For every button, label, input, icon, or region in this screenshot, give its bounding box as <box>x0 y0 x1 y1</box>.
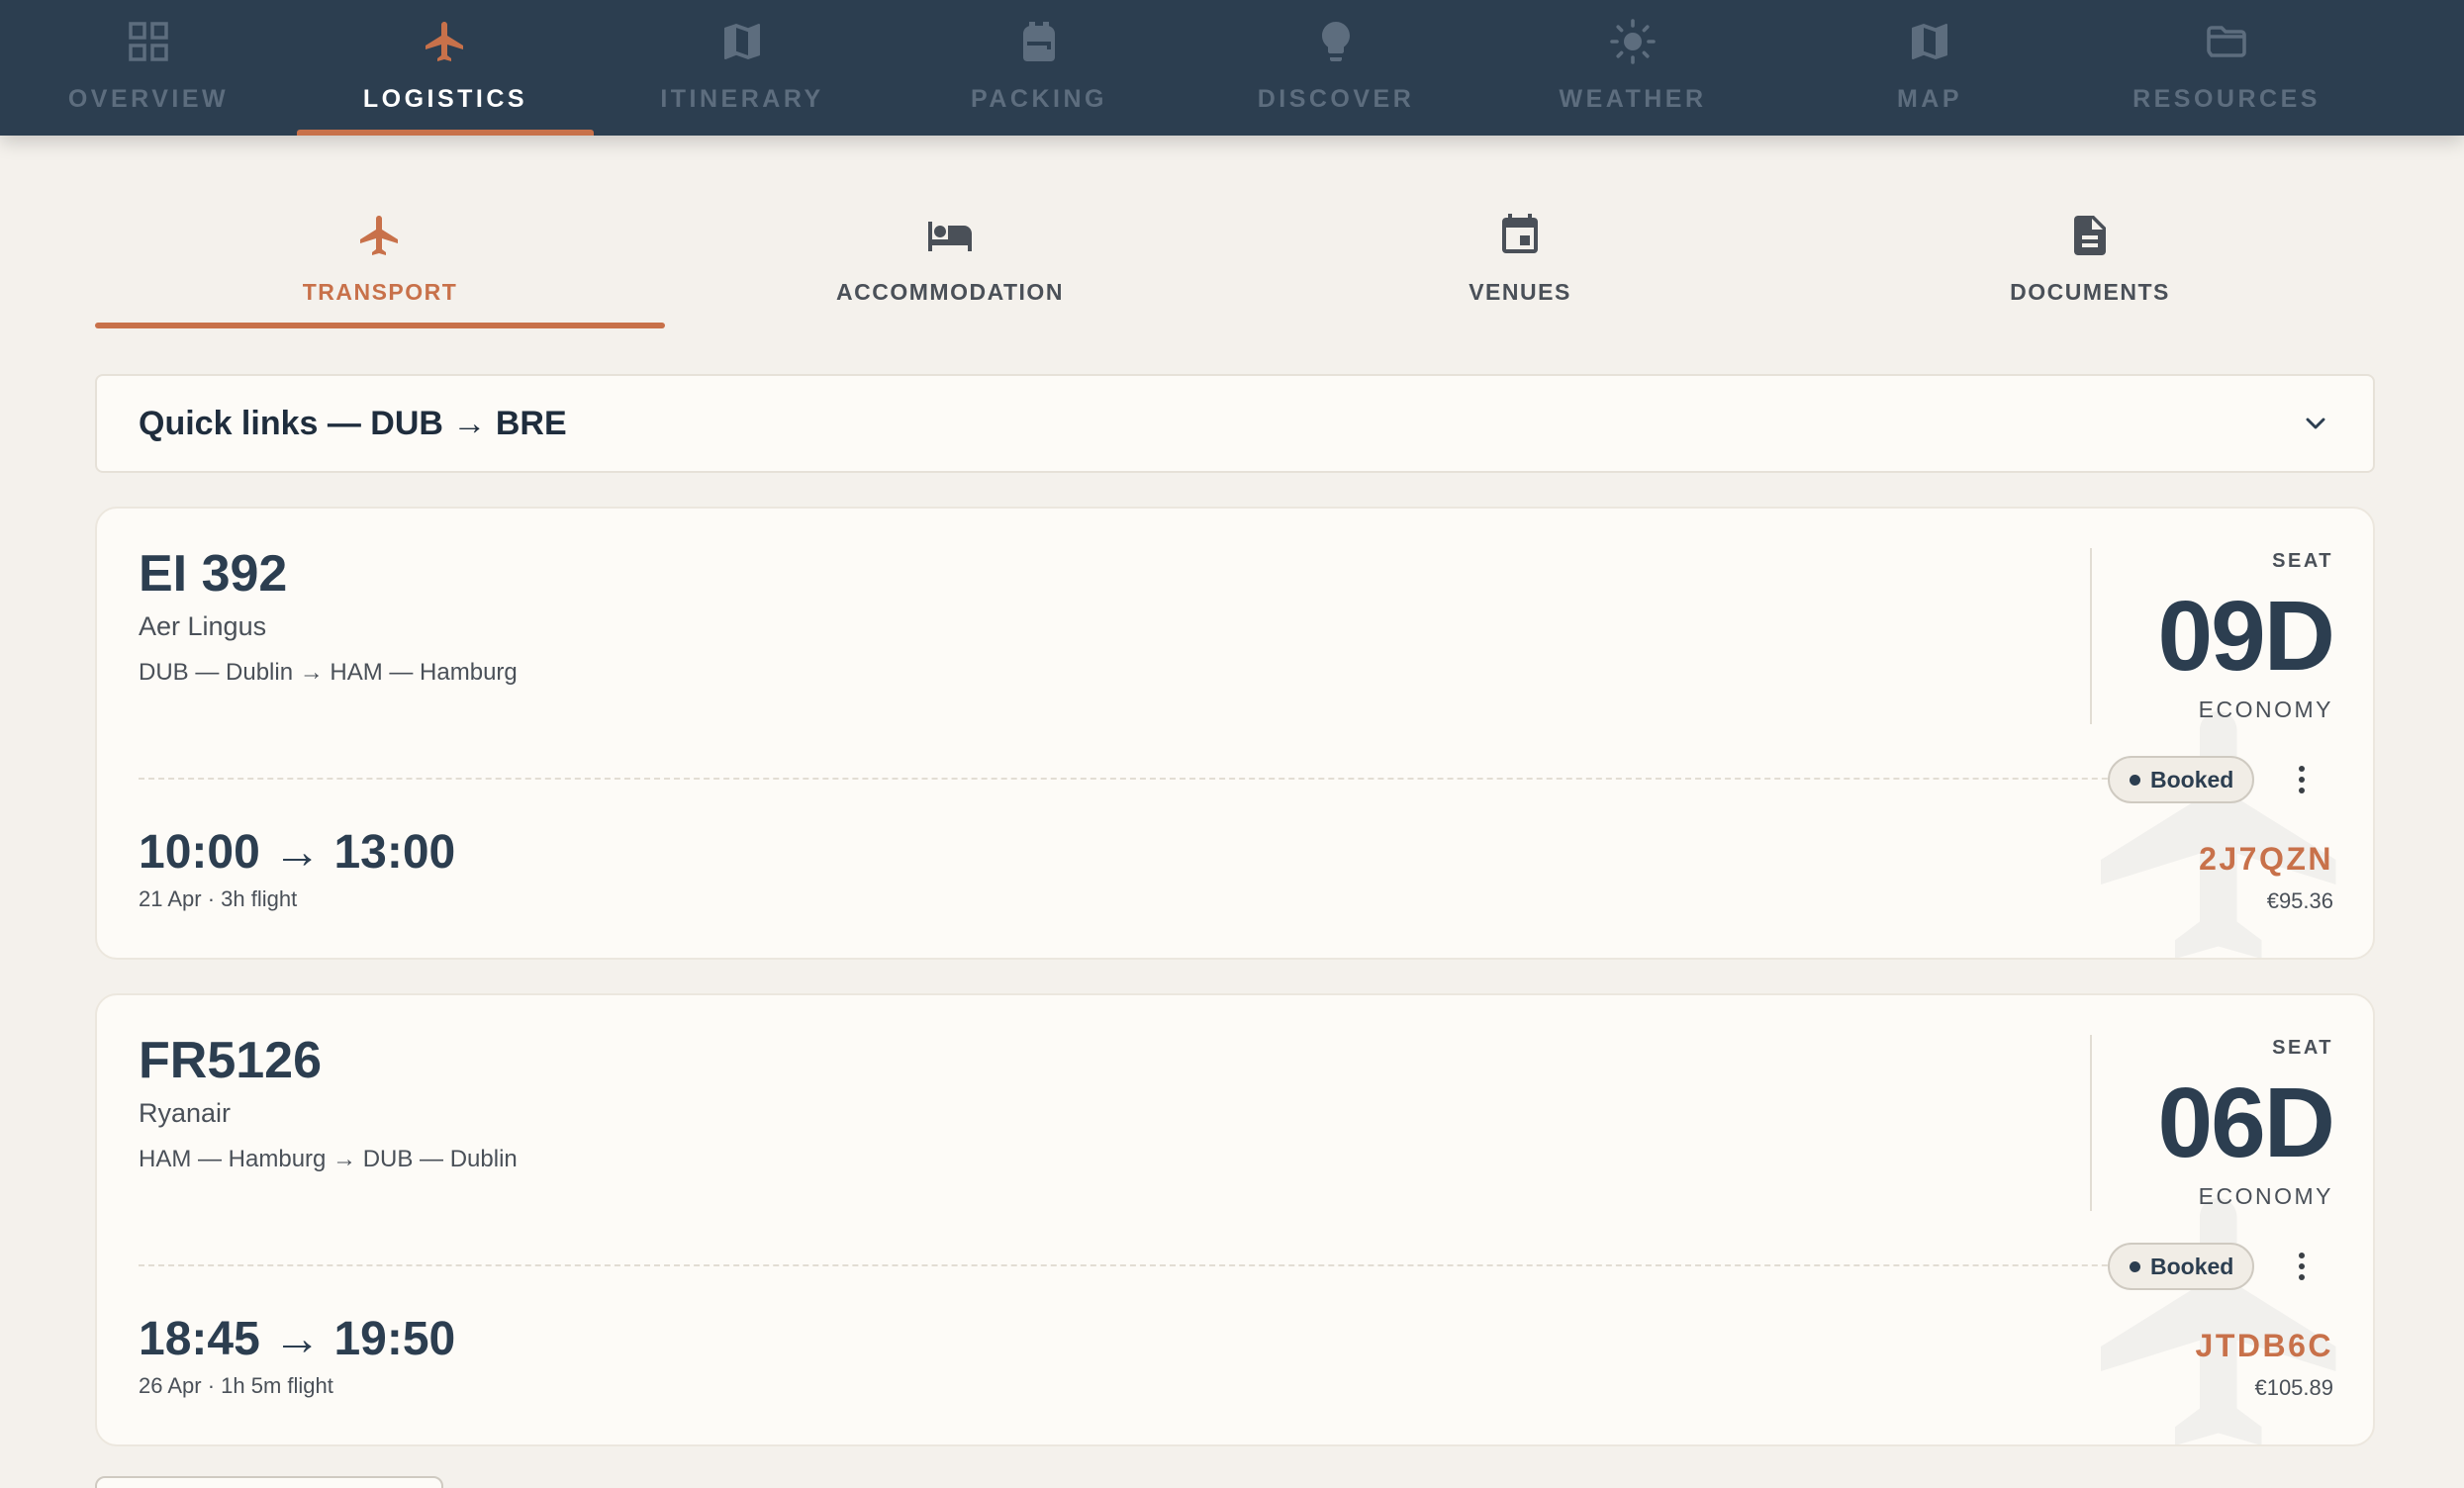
bed-icon <box>928 222 972 251</box>
seat-label: SEAT <box>2272 1037 2333 1059</box>
status-dot-icon <box>2130 1260 2140 1272</box>
status-text: Booked <box>2150 766 2234 792</box>
divider <box>2090 548 2092 724</box>
airplane-icon <box>2101 1198 2336 1444</box>
nav-item-resources[interactable]: RESOURCES <box>2078 0 2375 136</box>
nav-item-label: ITINERARY <box>660 85 824 113</box>
booking-reference: JTDB6C <box>2195 1328 2333 1363</box>
seat-number: 06D <box>2157 1068 2335 1178</box>
quick-links-accordion[interactable]: Quick links — DUB → BRE <box>95 374 2375 473</box>
divider <box>139 1264 2197 1266</box>
flight-date-duration: 21 Apr · 3h flight <box>139 886 298 911</box>
tab-accommodation[interactable]: ACCOMMODATION <box>665 198 1235 328</box>
cabin-class: ECONOMY <box>2198 697 2333 722</box>
document-icon <box>2074 216 2106 255</box>
tab-documents[interactable]: DOCUMENTS <box>1805 198 2375 328</box>
cabin-class: ECONOMY <box>2198 1183 2333 1209</box>
tab-label: DOCUMENTS <box>2010 279 2170 305</box>
nav-item-label: WEATHER <box>1559 85 1707 113</box>
quick-links-title: Quick links — DUB → BRE <box>139 404 567 442</box>
nav-item-discover[interactable]: DISCOVER <box>1187 0 1484 136</box>
airline-name: Ryanair <box>139 1098 232 1128</box>
airplane-icon <box>2101 711 2336 958</box>
backpack-icon <box>1023 22 1055 61</box>
divider <box>139 778 2197 780</box>
flight-date-duration: 26 Apr · 1h 5m flight <box>139 1373 333 1398</box>
flight-price: €105.89 <box>2254 1375 2333 1400</box>
add-transport-button[interactable] <box>95 1476 443 1488</box>
map-icon <box>1912 24 1947 59</box>
flight-card: FR5126 Ryanair HAM — Hamburg → DUB — Dub… <box>95 993 2375 1446</box>
nav-item-map[interactable]: MAP <box>1781 0 2078 136</box>
flight-number: EI 392 <box>139 545 288 603</box>
seat-label: SEAT <box>2272 550 2333 572</box>
nav-item-label: OVERVIEW <box>67 85 230 113</box>
grid-icon <box>129 22 168 61</box>
nav-item-label: PACKING <box>971 85 1107 113</box>
tab-label: VENUES <box>1469 279 1571 305</box>
sun-icon <box>1610 19 1656 64</box>
status-dot-icon <box>2130 774 2140 786</box>
airline-name: Aer Lingus <box>139 611 267 641</box>
more-options-icon[interactable] <box>2280 1245 2323 1288</box>
flight-route: HAM — Hamburg → DUB — Dublin <box>139 1146 518 1172</box>
lightbulb-icon <box>1322 22 1350 61</box>
nav-item-weather[interactable]: WEATHER <box>1484 0 1781 136</box>
tab-label: ACCOMMODATION <box>836 279 1064 305</box>
more-options-icon[interactable] <box>2280 758 2323 801</box>
nav-item-logistics[interactable]: LOGISTICS <box>297 0 594 136</box>
flight-times: 18:45 → 19:50 <box>139 1313 456 1365</box>
nav-item-overview[interactable]: OVERVIEW <box>0 0 297 136</box>
airplane-icon <box>426 22 463 61</box>
flight-card: EI 392 Aer Lingus DUB — Dublin → HAM — H… <box>95 507 2375 960</box>
nav-item-itinerary[interactable]: ITINERARY <box>594 0 891 136</box>
chevron-down-icon[interactable] <box>2300 408 2331 439</box>
top-navigation: OVERVIEW LOGISTICS ITINERARY PACKING DIS… <box>0 0 2464 136</box>
status-text: Booked <box>2150 1253 2234 1279</box>
booking-reference: 2J7QZN <box>2199 841 2333 877</box>
status-badge[interactable]: Booked <box>2108 1243 2254 1290</box>
tab-venues[interactable]: VENUES <box>1235 198 1805 328</box>
divider <box>2090 1035 2092 1211</box>
flight-price: €95.36 <box>2266 888 2333 913</box>
flight-times: 10:00 → 13:00 <box>139 826 456 879</box>
flight-number: FR5126 <box>139 1032 322 1089</box>
nav-item-label: MAP <box>1896 85 1963 113</box>
tab-transport[interactable]: TRANSPORT <box>95 198 665 328</box>
nav-item-label: DISCOVER <box>1257 85 1415 113</box>
map-icon <box>724 24 760 59</box>
folder-icon <box>2207 26 2246 57</box>
tab-label: TRANSPORT <box>302 279 458 305</box>
airplane-icon <box>360 216 398 255</box>
calendar-icon <box>1502 214 1538 253</box>
nav-item-label: LOGISTICS <box>362 85 528 113</box>
seat-number: 09D <box>2157 581 2335 692</box>
nav-item-packing[interactable]: PACKING <box>891 0 1187 136</box>
sub-tabs: TRANSPORT ACCOMMODATION VENUES DOCUMENTS <box>95 198 2375 328</box>
status-badge[interactable]: Booked <box>2108 756 2254 803</box>
flight-route: DUB — Dublin → HAM — Hamburg <box>139 659 518 686</box>
nav-item-label: RESOURCES <box>2132 85 2321 113</box>
